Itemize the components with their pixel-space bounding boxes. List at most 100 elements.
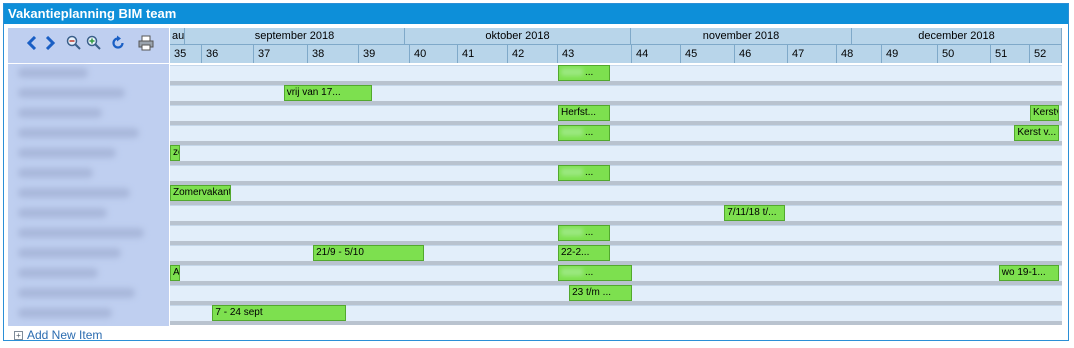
vacation-bar[interactable]: vrij van 17... bbox=[283, 85, 372, 101]
schedule-row[interactable] bbox=[170, 225, 1062, 241]
vacation-bar[interactable]: 22-2... bbox=[558, 245, 610, 261]
vacation-bar-label: vrij van 17... bbox=[286, 87, 341, 98]
zoom-in-icon[interactable] bbox=[86, 34, 102, 52]
schedule-row[interactable] bbox=[170, 65, 1062, 81]
vacation-bar-label: ... bbox=[585, 67, 594, 78]
week-header: 45 bbox=[681, 45, 735, 63]
week-header: 48 bbox=[837, 45, 882, 63]
plus-icon: + bbox=[14, 330, 23, 340]
vacation-bar-label: ... bbox=[585, 227, 594, 238]
vacation-bar[interactable]: Zomervakantie bbox=[170, 185, 231, 201]
week-header: 38 bbox=[308, 45, 359, 63]
week-header: 51 bbox=[991, 45, 1030, 63]
resource-name bbox=[18, 268, 98, 278]
vacation-bar-label: ... bbox=[585, 127, 594, 138]
vacation-bar[interactable]: zo bbox=[170, 145, 180, 161]
schedule-row[interactable] bbox=[170, 165, 1062, 181]
vacation-bar-label: 7/11/18 t/... bbox=[727, 207, 777, 218]
week-header: 35 bbox=[170, 45, 202, 63]
vacation-bar-label: zo bbox=[173, 147, 179, 158]
vacation-bar-label: ... bbox=[585, 267, 594, 278]
vacation-bar-label: wo 19-1... bbox=[1001, 267, 1046, 278]
week-header: 52 bbox=[1030, 45, 1062, 63]
month-header: november 2018 bbox=[631, 28, 852, 45]
resource-name bbox=[18, 148, 116, 158]
resource-name bbox=[18, 288, 135, 298]
schedule-row[interactable] bbox=[170, 185, 1062, 201]
month-header: december 2018 bbox=[852, 28, 1062, 45]
vacation-bar[interactable]: ... bbox=[558, 165, 610, 181]
add-new-item-button[interactable]: + Add New Item bbox=[14, 328, 102, 342]
vacation-bar[interactable]: wo 19-1... bbox=[998, 265, 1059, 281]
vacation-bar[interactable]: Herfst... bbox=[558, 105, 610, 121]
schedule-row[interactable] bbox=[170, 125, 1062, 141]
prev-icon[interactable] bbox=[24, 34, 40, 52]
vacation-bar[interactable]: ... bbox=[558, 225, 610, 241]
week-header: 42 bbox=[508, 45, 558, 63]
vacation-bar-label: 22-2... bbox=[561, 247, 590, 258]
week-header: 41 bbox=[458, 45, 508, 63]
resource-name bbox=[18, 228, 144, 238]
resource-name bbox=[18, 308, 112, 318]
week-header: 43 bbox=[558, 45, 632, 63]
vacation-bar[interactable]: 23 t/m ... bbox=[569, 285, 632, 301]
vacation-bar-label: Kerstva... bbox=[1033, 107, 1058, 118]
vacation-bar-label: ... bbox=[585, 167, 594, 178]
week-header: 47 bbox=[788, 45, 837, 63]
week-header: 44 bbox=[632, 45, 681, 63]
vacation-bar-label: Kerst v... bbox=[1017, 127, 1057, 138]
row-separator bbox=[170, 321, 1062, 325]
schedule-row[interactable] bbox=[170, 145, 1062, 161]
zoom-out-icon[interactable] bbox=[66, 34, 82, 52]
vacation-bar-label: Zomervakantie bbox=[173, 187, 231, 198]
resource-name bbox=[18, 188, 130, 198]
timeline-header: au september 2018 oktober 2018 november 201… bbox=[170, 28, 1062, 63]
hidden-text bbox=[561, 228, 583, 237]
week-header: 37 bbox=[254, 45, 308, 63]
vacation-bar[interactable]: Kerst v... bbox=[1014, 125, 1059, 141]
schedule-row[interactable] bbox=[170, 205, 1062, 221]
week-header: 40 bbox=[410, 45, 458, 63]
hidden-text bbox=[561, 168, 583, 177]
next-icon[interactable] bbox=[42, 34, 58, 52]
schedule-row[interactable] bbox=[170, 245, 1062, 261]
vacation-bar[interactable]: 7/11/18 t/... bbox=[724, 205, 786, 221]
print-icon[interactable] bbox=[138, 34, 154, 52]
week-header: 49 bbox=[882, 45, 938, 63]
vacation-bar[interactable]: 7 - 24 sept bbox=[212, 305, 347, 321]
month-header: september 2018 bbox=[185, 28, 405, 45]
vacation-bar[interactable]: ... bbox=[558, 265, 632, 281]
hidden-text bbox=[561, 68, 583, 77]
vacation-bar[interactable]: ... bbox=[558, 125, 610, 141]
resource-name bbox=[18, 68, 88, 78]
panel-title: Vakantieplanning BIM team bbox=[4, 4, 1068, 24]
week-header: 36 bbox=[202, 45, 254, 63]
vacation-bar-label: Alt bbox=[173, 267, 180, 278]
vacation-bar[interactable]: Kerstva... bbox=[1030, 105, 1059, 121]
vacation-bar[interactable]: 21/9 - 5/10 bbox=[313, 245, 425, 261]
resource-name bbox=[18, 128, 139, 138]
resource-name bbox=[18, 168, 93, 178]
vacation-bar-label: 7 - 24 sept bbox=[215, 307, 263, 318]
hidden-text bbox=[561, 128, 583, 137]
resource-name bbox=[18, 108, 102, 118]
timeline-grid: ... vrij van 17... Herfst... Kerstva...... K… bbox=[170, 64, 1062, 326]
month-header: oktober 2018 bbox=[405, 28, 631, 45]
week-header: 46 bbox=[735, 45, 788, 63]
vacation-bar-label: 23 t/m ... bbox=[572, 287, 611, 298]
resource-name bbox=[18, 88, 125, 98]
vacation-bar-label: 21/9 - 5/10 bbox=[316, 247, 364, 258]
month-header: au bbox=[170, 28, 185, 45]
week-header: 50 bbox=[938, 45, 991, 63]
schedule-row[interactable] bbox=[170, 105, 1062, 121]
vakantieplanning-panel: Vakantieplanning BIM team au september 20… bbox=[3, 3, 1069, 342]
resource-name bbox=[18, 248, 121, 258]
resource-name bbox=[18, 208, 107, 218]
vacation-bar[interactable]: ... bbox=[558, 65, 610, 81]
vacation-bar[interactable]: Alt bbox=[170, 265, 180, 281]
toolbar bbox=[8, 28, 169, 63]
refresh-icon[interactable] bbox=[110, 34, 126, 52]
vacation-bar-label: Herfst... bbox=[561, 107, 597, 118]
add-new-item-label: Add New Item bbox=[27, 328, 103, 342]
week-header: 39 bbox=[359, 45, 410, 63]
